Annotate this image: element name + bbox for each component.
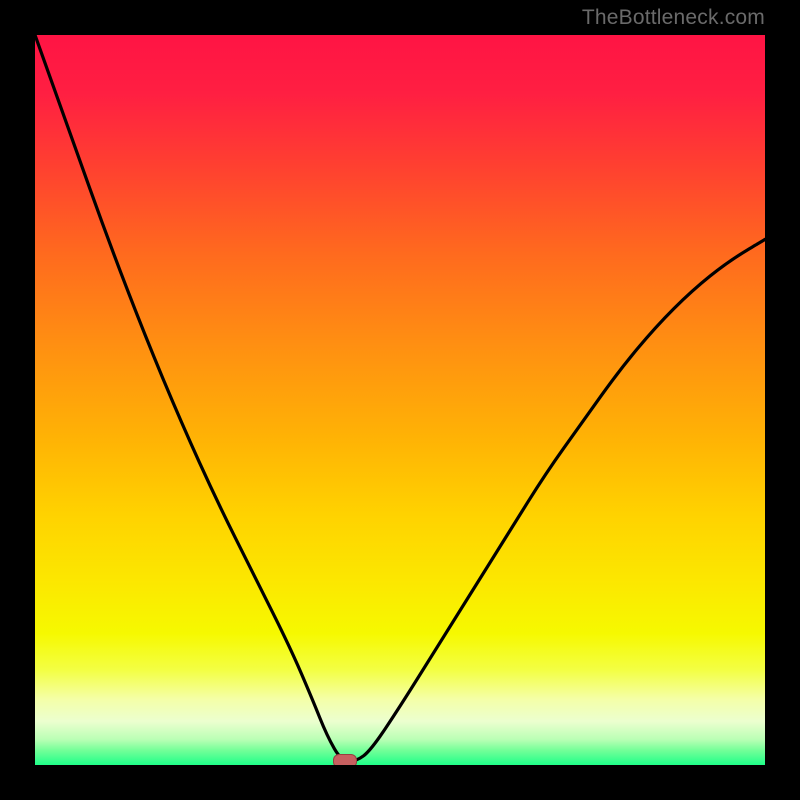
optimum-marker (333, 754, 357, 765)
plot-area (35, 35, 765, 765)
watermark-text: TheBottleneck.com (582, 6, 765, 30)
chart-frame: TheBottleneck.com (0, 0, 800, 800)
bottleneck-curve (35, 35, 765, 765)
